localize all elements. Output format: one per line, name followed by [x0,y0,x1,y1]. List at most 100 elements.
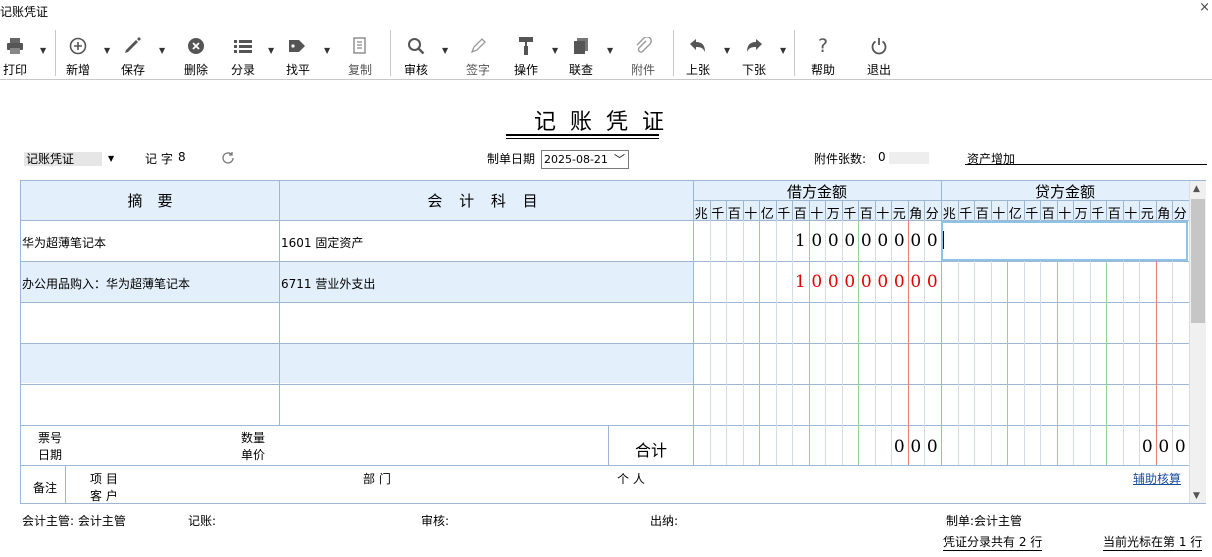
print-button[interactable]: 打印 [0,26,30,80]
auditor-signature: 审核: [421,514,450,528]
digit-divider [825,220,826,465]
query-button[interactable]: 联查 [564,26,598,80]
operate-dropdown[interactable]: ▼ [546,26,558,80]
row-divider [21,302,1189,303]
unit-label: 万 [826,207,840,222]
ticket-no-label: 票号 [38,431,63,445]
toolbar-separator [673,30,674,76]
amount-digit: 0 [910,437,922,457]
save-button[interactable]: 保存 [116,26,150,80]
ticket-date-label: 日期 [38,448,63,462]
voucher-number: 8 [178,150,186,164]
row-1-summary[interactable]: 华为超薄笔记本 [22,234,106,251]
col-debit-header: 借方金额 [786,183,847,201]
power-icon [862,35,896,57]
delete-circle-icon [179,35,213,57]
search-icon [399,35,433,57]
prev-button[interactable]: 上张 [681,26,715,80]
digit-divider [891,220,892,465]
balance-button[interactable]: 找平 [281,26,315,80]
title-underline [506,134,659,136]
amount-digit: 0 [893,231,905,251]
unit-label: 百 [975,207,989,222]
digit-divider [841,220,843,465]
amount-digit: 0 [860,272,872,292]
next-button[interactable]: 下张 [737,26,771,80]
print-dropdown[interactable]: ▼ [34,26,46,80]
documents-icon [564,35,598,57]
caret-down-icon: ▼ [442,46,449,55]
row-1-account[interactable]: 1601 固定资产 [281,234,363,251]
unit-label: 兆 [694,207,708,222]
credit-input-row-1[interactable] [941,221,1188,261]
add-dropdown[interactable]: ▼ [98,26,110,80]
voucher-type-select[interactable]: 记账凭证 ▼ [24,152,120,166]
operate-button[interactable]: 操作 [509,26,543,80]
balance-dropdown[interactable]: ▼ [318,26,330,80]
query-dropdown[interactable]: ▼ [601,26,613,80]
delete-button[interactable]: 删除 [179,26,213,80]
digit-divider [808,220,810,465]
vertical-scrollbar[interactable]: ▲ ▼ [1189,181,1206,503]
digit-divider [775,220,777,465]
tag-icon [281,35,315,57]
voucher-title: 记账凭证 [533,110,678,135]
digit-divider [924,220,925,465]
memo-field[interactable]: 资产增加 [965,150,1207,166]
unit-label: 百 [727,207,741,222]
copy-button[interactable]: 复制 [343,26,377,80]
scroll-up-icon[interactable]: ▲ [1193,184,1200,194]
window-title: 记账凭证 [0,5,49,19]
caret-down-icon: ▼ [724,46,731,55]
toolbar-separator [794,30,795,76]
list-icon [226,35,260,57]
audit-button[interactable]: 审核 [399,26,433,80]
caret-down-icon: ▼ [607,46,614,55]
unit-label: 角 [909,207,923,222]
row-highlight [21,343,693,383]
row-2-summary[interactable]: 办公用品购入：华为超薄笔记本 [22,275,190,292]
digit-divider [792,220,793,465]
help-button[interactable]: ? 帮助 [806,26,840,80]
close-icon[interactable]: × [1199,0,1210,15]
prev-dropdown[interactable]: ▼ [718,26,730,80]
split-dropdown[interactable]: ▼ [262,26,274,80]
unit-label: 亿 [1008,207,1022,222]
split-button[interactable]: 分录 [226,26,260,80]
caret-down-icon: ▼ [159,46,166,55]
row-divider [21,343,1189,344]
sign-button[interactable]: 签字 [461,26,495,80]
unit-label: 元 [892,207,906,222]
attach-count-field[interactable] [889,152,929,164]
exit-button[interactable]: 退出 [862,26,896,80]
cashier-signature: 出纳: [650,514,679,528]
caret-down-icon: ▼ [780,46,787,55]
scroll-thumb[interactable] [1191,199,1205,323]
add-button[interactable]: 新增 [61,26,95,80]
amount-digit: 0 [893,437,905,457]
col-account-header: 会 计 科 目 [427,192,544,210]
scroll-down-icon[interactable]: ▼ [1193,491,1200,501]
bookkeeper-signature: 记账: [188,514,217,528]
attach-button[interactable]: 附件 [626,26,660,80]
amount-digit: 0 [877,272,889,292]
row-2-account[interactable]: 6711 营业外支出 [281,275,375,292]
unit-label: 千 [959,207,973,222]
caret-down-icon: ▼ [40,46,47,55]
price-label: 单价 [241,448,266,462]
question-icon: ? [817,35,829,57]
toolbar: 打印 ▼ 新增 ▼ 保存 ▼ 删除 分录 ▼ 找平 ▼ 复制 审核 ▼ 签字 操… [0,26,1212,80]
unit-label: 千 [777,207,791,222]
digit-divider [858,220,859,465]
audit-dropdown[interactable]: ▼ [436,26,448,80]
refresh-icon[interactable] [221,151,235,168]
date-picker[interactable]: 2025-08-21 ﹀ [541,150,629,169]
amount-digit: 1 [794,272,806,292]
preparer-signature: 制单:会计主管 [946,514,1023,528]
pencil-save-icon [116,35,150,57]
unit-label: 百 [793,207,807,222]
save-dropdown[interactable]: ▼ [153,26,165,80]
next-dropdown[interactable]: ▼ [774,26,786,80]
remark-label: 备注 [33,481,58,495]
aux-accounting-button[interactable]: 辅助核算 [1133,470,1181,487]
